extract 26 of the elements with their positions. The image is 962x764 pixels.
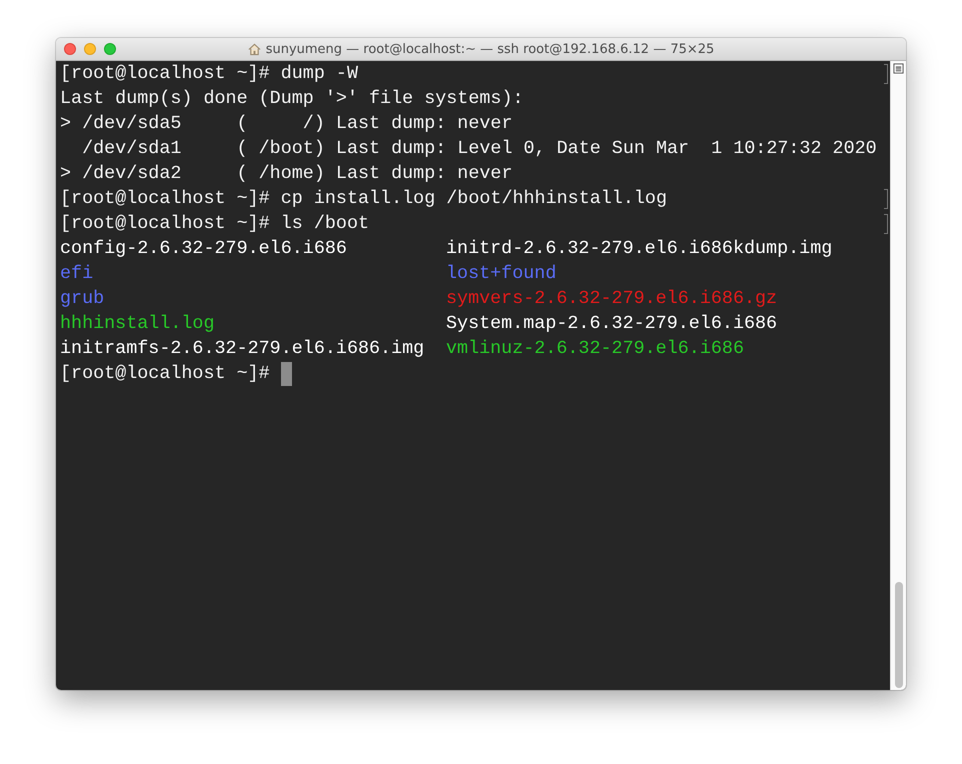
file-name: efi (60, 262, 94, 286)
terminal-line: > /dev/sda2 ( /home) Last dump: never (60, 162, 512, 186)
terminal-line: [root@localhost ~]# dump -W (60, 62, 358, 86)
terminal-line: [root@localhost ~]# ls /boot (60, 212, 370, 236)
file-name: initrd-2.6.32-279.el6.i686kdump.img (446, 237, 832, 261)
scrollbar-thumb[interactable] (894, 582, 902, 688)
text-cursor (280, 362, 292, 386)
file-name: config-2.6.32-279.el6.i686 (60, 237, 348, 261)
zoom-button[interactable] (104, 43, 116, 55)
file-name: vmlinuz-2.6.32-279.el6.i686 (446, 337, 745, 361)
window-title: sunyumeng — root@localhost:~ — ssh root@192.168.6.12 — 75×25 (266, 42, 714, 56)
terminal-line: > /dev/sda5 ( /) Last dump: never (60, 112, 512, 136)
file-name: hhhinstall.log (60, 312, 216, 336)
file-name: initramfs-2.6.32-279.el6.i686.img (60, 337, 426, 361)
file-name: grub (60, 287, 106, 311)
terminal-line: Last dump(s) done (Dump '>' file systems): (60, 87, 524, 111)
file-name: System.map-2.6.32-279.el6.i686 (446, 312, 778, 336)
house-icon (248, 42, 261, 56)
close-button[interactable] (64, 43, 76, 55)
file-name: symvers-2.6.32-279.el6.i686.gz (446, 287, 778, 311)
list-icon[interactable] (893, 63, 904, 74)
terminal-line: /dev/sda1 ( /boot) Last dump: Level 0, Date Sun Mar 1 10:27:32 2020 (81, 137, 877, 161)
minimize-button[interactable] (84, 43, 96, 55)
shell-prompt: [root@localhost ~]# (60, 362, 270, 386)
file-name: lost+found (446, 262, 558, 286)
terminal-line: [root@localhost ~]# cp install.log /boot/hhhinstall.log (60, 187, 667, 211)
